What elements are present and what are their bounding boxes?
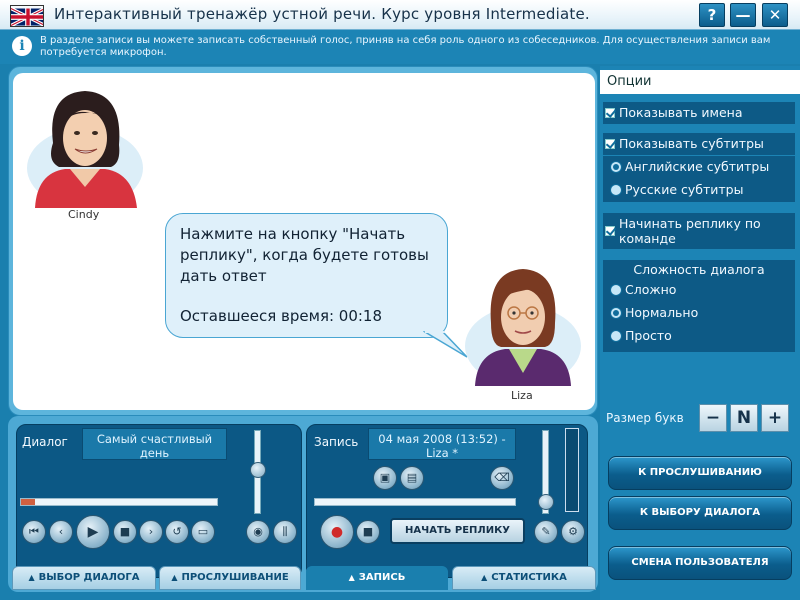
- font-normal-button[interactable]: N: [730, 404, 758, 432]
- dialog-volume-knob[interactable]: [250, 462, 266, 478]
- russian-subtitles-label: Русские субтитры: [625, 182, 744, 197]
- tab-statistics[interactable]: ▲ СТАТИСТИКА: [452, 566, 596, 590]
- russian-subtitles-radio[interactable]: [610, 184, 622, 196]
- previous-button[interactable]: ‹: [49, 520, 73, 544]
- show-subtitles-label: Показывать субтитры: [619, 136, 764, 151]
- triangle-up-icon: ▲: [481, 573, 488, 582]
- difficulty-hard-label: Сложно: [625, 282, 677, 297]
- to-listening-button[interactable]: К ПРОСЛУШИВАНИЮ: [608, 456, 792, 490]
- start-on-command-label: Начинать реплику по команде: [619, 216, 761, 246]
- speaker-icon[interactable]: ◉: [246, 520, 270, 544]
- dialog-scene: Cindy Нажмите на кнопку "Начать реплику"…: [13, 73, 595, 410]
- show-subtitles-checkbox[interactable]: Показывать субтитры: [603, 133, 795, 155]
- options-title: Опции: [600, 70, 800, 94]
- start-on-command-checkbox[interactable]: Начинать реплику по команде: [603, 213, 795, 249]
- title-bar: Интерактивный тренажёр устной речи. Курс…: [0, 0, 800, 30]
- info-bar: i В разделе записи вы можете записать со…: [0, 30, 800, 64]
- minimize-button[interactable]: —: [730, 3, 756, 27]
- record-volume-knob[interactable]: [538, 494, 554, 510]
- save-disk-icon[interactable]: ▤: [400, 466, 424, 490]
- start-reply-button[interactable]: НАЧАТЬ РЕПЛИКУ: [390, 518, 525, 544]
- font-size-label: Размер букв: [606, 411, 684, 425]
- tab-recording-label: ЗАПИСЬ: [358, 572, 406, 583]
- uk-flag-icon: [10, 5, 44, 27]
- english-subtitles-radio[interactable]: [610, 161, 622, 173]
- equalizer-icon[interactable]: ⫼: [273, 520, 297, 544]
- remaining-time-text: Оставшееся время: 00:18: [180, 307, 383, 325]
- subtitle-bubble-icon[interactable]: ▭: [191, 520, 215, 544]
- difficulty-title: Сложность диалога: [633, 262, 765, 277]
- microphone-settings-icon[interactable]: ⚙: [561, 520, 585, 544]
- stop-button[interactable]: ■: [113, 520, 137, 544]
- difficulty-normal-radio[interactable]: [610, 307, 622, 319]
- dialog-progress-bar[interactable]: [20, 498, 218, 506]
- help-button[interactable]: ?: [699, 3, 725, 27]
- repeat-icon[interactable]: ↺: [165, 520, 189, 544]
- record-label: Запись: [314, 435, 359, 449]
- dialog-title-field: Самый счастливый день: [82, 428, 227, 460]
- show-names-label: Показывать имена: [619, 105, 743, 120]
- tab-recording[interactable]: ▲ ЗАПИСЬ: [306, 566, 448, 590]
- speech-bubble: Нажмите на кнопку "Начать реплику", когд…: [165, 213, 448, 338]
- record-title-field: 04 мая 2008 (13:52) - Liza *: [368, 428, 516, 460]
- play-button[interactable]: ▶: [76, 515, 110, 549]
- window-title: Интерактивный тренажёр устной речи. Курс…: [54, 5, 590, 23]
- to-dialog-choice-button[interactable]: К ВЫБОРУ ДИАЛОГА: [608, 496, 792, 530]
- skip-start-button[interactable]: ⏮: [22, 520, 46, 544]
- subtitle-language-group: Английские субтитры Русские субтитры: [603, 156, 795, 202]
- liza-avatar: [463, 261, 583, 386]
- english-subtitles-label: Английские субтитры: [625, 159, 770, 174]
- triangle-up-icon: ▲: [28, 573, 35, 582]
- record-stop-button[interactable]: ■: [356, 520, 380, 544]
- microphone-icon[interactable]: ✎: [534, 520, 558, 544]
- recording-level-meter: [565, 428, 579, 512]
- cindy-avatar: [25, 83, 145, 208]
- tab-listening-label: ПРОСЛУШИВАНИЕ: [181, 572, 289, 583]
- tab-dialog-choice-label: ВЫБОР ДИАЛОГА: [38, 572, 140, 583]
- font-increase-button[interactable]: +: [761, 404, 789, 432]
- checkmark-icon: [605, 226, 615, 236]
- info-icon: i: [12, 36, 32, 56]
- difficulty-normal-label: Нормально: [625, 305, 699, 320]
- change-user-button[interactable]: СМЕНА ПОЛЬЗОВАТЕЛЯ: [608, 546, 792, 580]
- tab-dialog-choice[interactable]: ▲ ВЫБОР ДИАЛОГА: [12, 566, 156, 590]
- close-button[interactable]: ✕: [762, 3, 788, 27]
- speaker-name-cindy: Cindy: [68, 208, 100, 221]
- difficulty-easy-radio[interactable]: [610, 330, 622, 342]
- speaker-name-liza: Liza: [511, 389, 533, 402]
- checkmark-icon: [605, 139, 615, 149]
- tab-listening[interactable]: ▲ ПРОСЛУШИВАНИЕ: [159, 566, 301, 590]
- difficulty-hard-radio[interactable]: [610, 284, 622, 296]
- info-text: В разделе записи вы можете записать собс…: [40, 35, 771, 58]
- show-names-checkbox[interactable]: Показывать имена: [603, 102, 795, 124]
- record-progress-bar[interactable]: [314, 498, 516, 506]
- tab-statistics-label: СТАТИСТИКА: [491, 572, 567, 583]
- open-folder-icon[interactable]: ▣: [373, 466, 397, 490]
- next-button[interactable]: ›: [139, 520, 163, 544]
- dialog-label: Диалог: [22, 435, 68, 449]
- trash-icon[interactable]: ⌫: [490, 466, 514, 490]
- triangle-up-icon: ▲: [348, 573, 355, 582]
- difficulty-easy-label: Просто: [625, 328, 672, 343]
- font-decrease-button[interactable]: −: [699, 404, 727, 432]
- bubble-prompt-text: Нажмите на кнопку "Начать реплику", когд…: [180, 225, 429, 285]
- triangle-up-icon: ▲: [171, 573, 178, 582]
- checkmark-icon: [605, 108, 615, 118]
- record-button[interactable]: ●: [320, 515, 354, 549]
- dialog-progress-fill: [21, 499, 35, 505]
